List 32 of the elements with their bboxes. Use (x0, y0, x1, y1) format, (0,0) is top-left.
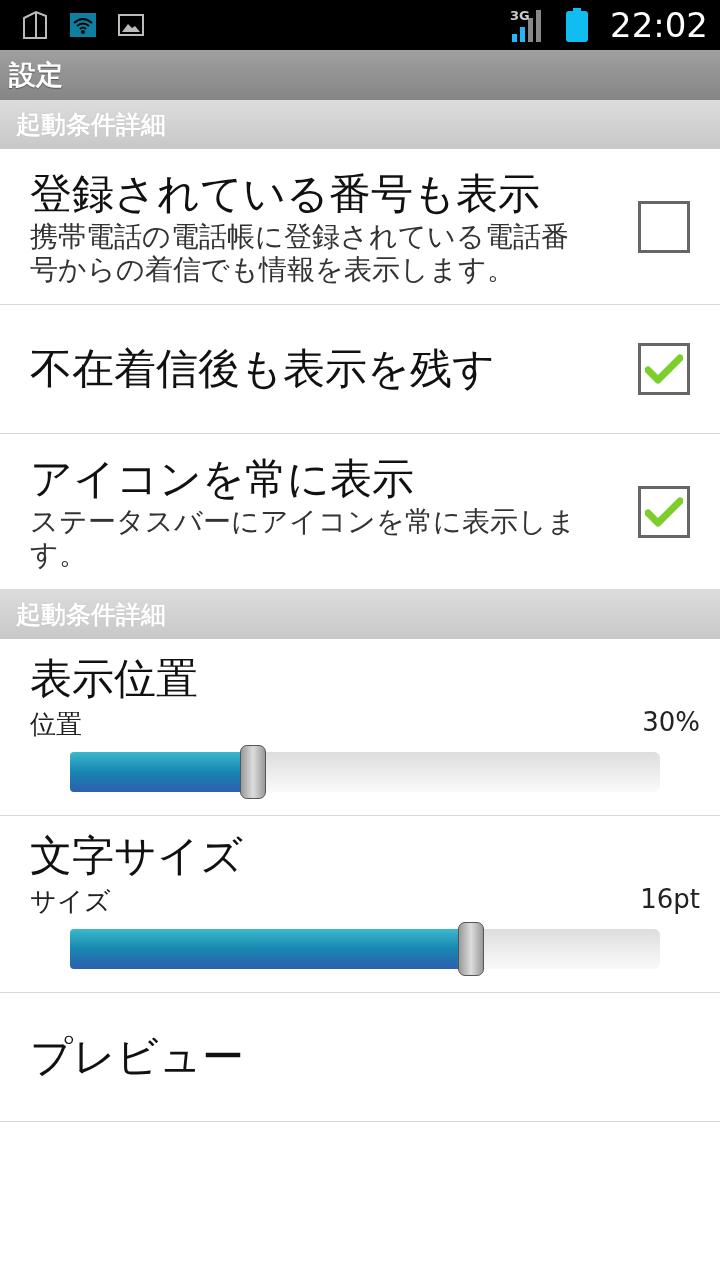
setting-item[interactable]: プレビュー (0, 993, 720, 1122)
slider[interactable] (70, 745, 660, 799)
slider-thumb[interactable] (458, 922, 485, 976)
checkbox[interactable] (638, 485, 690, 538)
clock: 22:02 (610, 5, 708, 45)
slider-label: 位置 (30, 708, 82, 741)
setting-title: 表示位置 (30, 653, 199, 705)
setting-title: 登録されている番号も表示 (30, 167, 541, 220)
slider-value: 30% (642, 707, 700, 739)
check-icon (645, 496, 683, 527)
battery-icon (566, 8, 588, 42)
setting-item[interactable]: 不在着信後も表示を残す (0, 305, 720, 434)
network-type: 3G (510, 8, 530, 23)
slider-thumb[interactable] (239, 745, 266, 799)
slider-value: 16pt (640, 884, 700, 916)
wifi-icon (70, 13, 96, 37)
setting-title: 不在着信後も表示を残す (30, 343, 496, 395)
image-icon (118, 14, 144, 36)
check-icon (645, 354, 683, 384)
setting-title: アイコンを常に表示 (30, 452, 415, 505)
signal-icon (510, 8, 544, 42)
phone-icon (22, 10, 48, 40)
setting-item[interactable]: 登録されている番号も表示 携帯電話の電話帳に登録されている電話番号からの着信でも情報を表示します。 (0, 149, 720, 305)
checkbox[interactable] (638, 200, 690, 253)
setting-summary: 携帯電話の電話帳に登録されている電話番号からの着信でも情報を表示します。 (30, 219, 570, 286)
slider[interactable] (70, 922, 660, 976)
setting-summary: ステータスバーにアイコンを常に表示します。 (30, 504, 577, 571)
setting-title: プレビュー (30, 1031, 244, 1083)
setting-title: 文字サイズ (30, 830, 244, 882)
checkbox[interactable] (638, 343, 690, 395)
slider-label: サイズ (30, 885, 111, 918)
screen-title: 設定 (9, 59, 63, 90)
